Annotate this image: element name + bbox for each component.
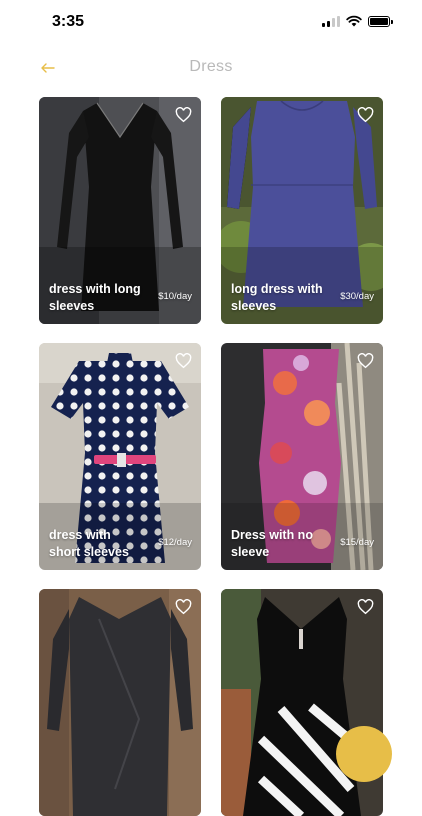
status-icons xyxy=(322,15,393,27)
product-name: long dress with sleeves xyxy=(231,282,323,313)
cellular-signal-icon xyxy=(322,15,340,27)
product-name: dress with short sleeves xyxy=(49,528,129,559)
nav-bar: Dress xyxy=(0,48,422,88)
heart-icon[interactable] xyxy=(357,353,374,369)
heart-icon[interactable] xyxy=(175,353,192,369)
product-card[interactable]: Dress with no sleeve $15/day xyxy=(221,343,383,570)
product-price: $15/day xyxy=(340,537,374,548)
page-title: Dress xyxy=(189,58,233,75)
fab-button[interactable] xyxy=(336,726,392,782)
status-bar: 3:35 xyxy=(0,0,422,44)
product-photo xyxy=(39,589,201,816)
product-name: dress with long sleeves xyxy=(49,282,141,313)
heart-icon[interactable] xyxy=(175,107,192,123)
product-price: $10/day xyxy=(158,291,192,302)
wifi-icon xyxy=(346,15,362,27)
product-card[interactable]: dress with long sleeves $10/day xyxy=(39,97,201,324)
product-price: $30/day xyxy=(340,291,374,302)
product-card[interactable]: dress with short sleeves $12/day xyxy=(39,343,201,570)
heart-icon[interactable] xyxy=(357,599,374,615)
product-price: $12/day xyxy=(158,537,192,548)
heart-icon[interactable] xyxy=(357,107,374,123)
product-card[interactable] xyxy=(221,589,383,816)
status-time: 3:35 xyxy=(52,13,85,30)
battery-icon xyxy=(368,15,393,27)
product-card[interactable]: long dress with sleeves $30/day xyxy=(221,97,383,324)
heart-icon[interactable] xyxy=(175,599,192,615)
product-photo xyxy=(221,589,383,816)
product-name: Dress with no sleeve xyxy=(231,528,313,559)
product-card[interactable] xyxy=(39,589,201,816)
